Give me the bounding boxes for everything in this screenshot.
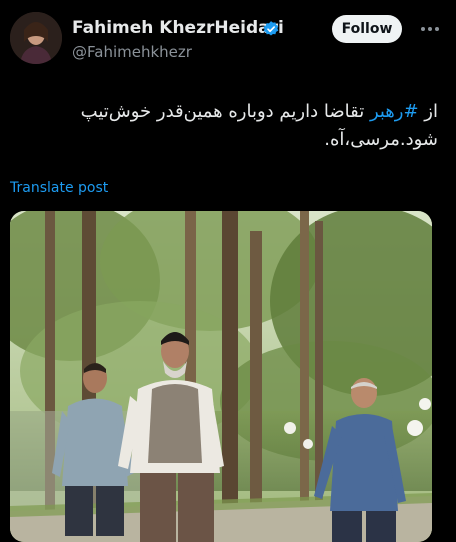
tweet-text: از #رهبر تقاضا داریم دوباره همین‌قدر خوش… [10,98,438,154]
verified-badge-icon [263,21,279,36]
translate-post-link[interactable]: Translate post [10,180,108,196]
author-handle[interactable]: @Fahimehkhezr [72,43,192,61]
follow-button[interactable]: Follow [332,15,402,43]
tweet-text-prefix: از [418,101,438,122]
author-name[interactable]: Fahimeh KhezrHeidari [72,18,284,38]
avatar[interactable] [10,12,62,64]
hashtag-link[interactable]: #رهبر [370,101,419,122]
post-image[interactable] [10,211,432,542]
more-options-icon[interactable] [420,22,440,36]
